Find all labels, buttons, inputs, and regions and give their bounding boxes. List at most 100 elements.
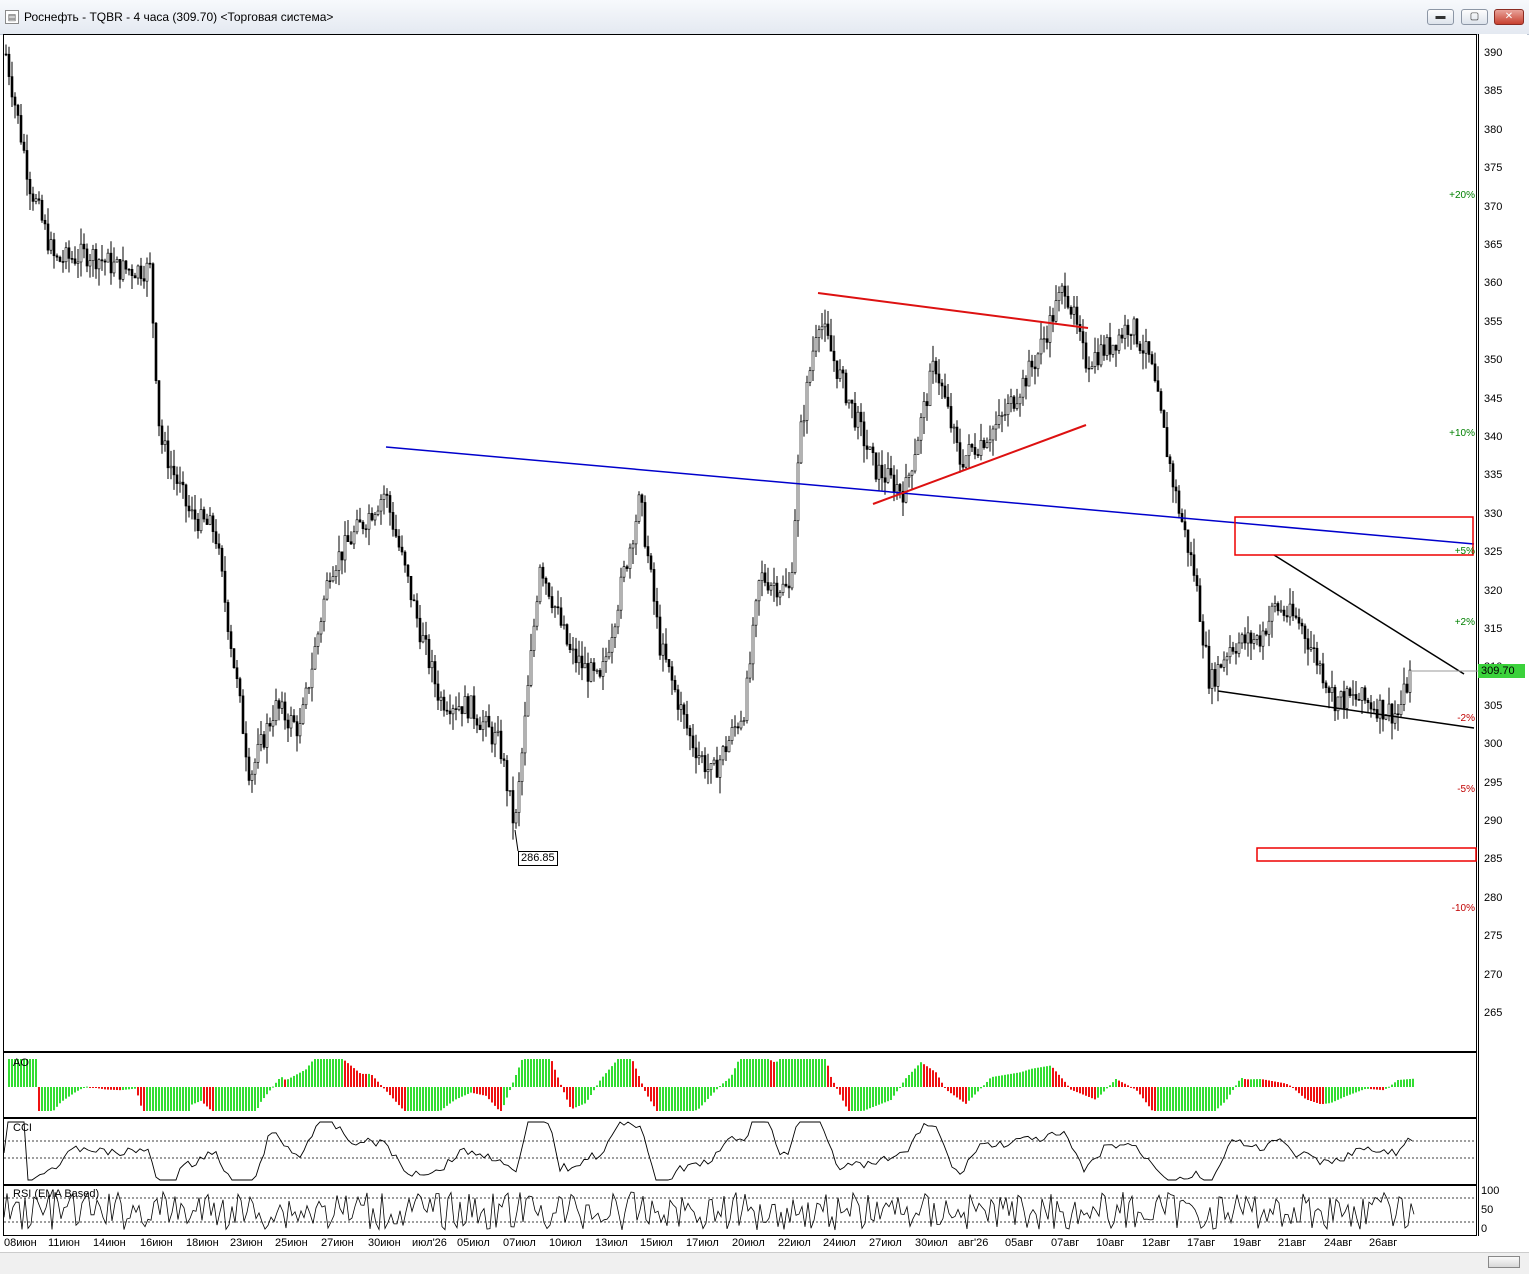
ao-bar xyxy=(1049,1065,1051,1087)
price-tick: 335 xyxy=(1484,469,1503,482)
ao-bar xyxy=(641,1083,643,1087)
ao-bar xyxy=(1031,1068,1033,1087)
candle-body xyxy=(1366,699,1370,703)
candle-body xyxy=(733,726,737,728)
candle-body xyxy=(883,477,887,483)
ao-bar xyxy=(791,1059,793,1087)
ao-bar xyxy=(1355,1087,1357,1093)
ao-bar xyxy=(815,1059,817,1087)
candle-body xyxy=(7,53,11,77)
percent-label: +10% xyxy=(1449,428,1475,439)
candle-body xyxy=(31,193,35,202)
ao-bar xyxy=(806,1059,808,1087)
ao-bar xyxy=(1388,1086,1390,1088)
ao-bar xyxy=(1337,1087,1339,1100)
ao-bar xyxy=(1040,1067,1042,1087)
ao-bar xyxy=(323,1059,325,1087)
candle-body xyxy=(757,580,761,602)
candle-body xyxy=(763,572,767,583)
candle-body xyxy=(772,582,776,586)
candle-body xyxy=(184,484,188,507)
ao-bar xyxy=(269,1087,271,1091)
ao-bar xyxy=(44,1087,46,1111)
candle-body xyxy=(487,715,491,728)
candle-body xyxy=(61,261,65,263)
ao-bar xyxy=(929,1068,931,1087)
scrollbar-thumb[interactable] xyxy=(1488,1256,1520,1268)
candle-body xyxy=(541,566,545,579)
candle-body xyxy=(1036,353,1040,370)
candle-body xyxy=(181,481,185,486)
candle-body xyxy=(1315,647,1319,666)
candle-body xyxy=(835,360,839,379)
candle-body xyxy=(928,370,932,407)
ao-bar xyxy=(491,1087,493,1103)
ao-bar xyxy=(116,1087,118,1091)
candle-body xyxy=(1075,306,1079,325)
ao-bar xyxy=(857,1087,859,1111)
ao-bar xyxy=(1385,1087,1387,1089)
candle-body xyxy=(796,462,800,522)
candle-body xyxy=(706,769,710,773)
horizontal-scrollbar[interactable] xyxy=(0,1252,1529,1274)
candle-body xyxy=(1213,669,1217,687)
ao-bar xyxy=(1145,1087,1147,1103)
candle-body xyxy=(676,689,680,710)
candle-body xyxy=(364,528,368,531)
ao-bar xyxy=(596,1085,598,1087)
candle-body xyxy=(919,417,923,441)
candle-body xyxy=(94,249,98,270)
candle-body xyxy=(1144,341,1148,354)
candle-body xyxy=(652,569,656,602)
ao-bar xyxy=(704,1087,706,1103)
candle-body xyxy=(427,638,431,669)
ao-bar xyxy=(1070,1087,1072,1090)
candle-body xyxy=(1402,683,1406,705)
ao-histogram xyxy=(8,1059,1414,1111)
candle-body xyxy=(1399,704,1403,715)
ao-bar xyxy=(344,1060,346,1087)
candle-body xyxy=(709,763,713,770)
candle-body xyxy=(118,259,122,280)
cci-series xyxy=(3,1121,1413,1181)
candle-body xyxy=(640,494,644,503)
candle-body xyxy=(241,695,245,734)
ao-bar xyxy=(1235,1085,1237,1087)
ao-bar xyxy=(230,1087,232,1111)
ao-bar xyxy=(440,1087,442,1111)
ao-bar xyxy=(995,1076,997,1087)
candle-body xyxy=(85,248,89,267)
ao-bar xyxy=(800,1059,802,1087)
candle-body xyxy=(1267,620,1271,635)
ao-bar xyxy=(623,1059,625,1087)
ao-bar xyxy=(326,1059,328,1087)
candle-body xyxy=(1039,338,1043,355)
ao-bar xyxy=(650,1087,652,1102)
candle-body xyxy=(559,607,563,626)
candle-body xyxy=(1153,363,1157,381)
ao-bar xyxy=(1247,1079,1249,1087)
ao-bar xyxy=(203,1087,205,1104)
ao-bar xyxy=(1271,1080,1273,1087)
ao-bar xyxy=(758,1059,760,1087)
candle-body xyxy=(169,465,173,469)
ao-bar xyxy=(1085,1087,1087,1096)
candle-body xyxy=(457,706,461,710)
ao-bar xyxy=(1349,1087,1351,1095)
ao-bar xyxy=(833,1082,835,1087)
candle-body xyxy=(1183,521,1187,531)
ao-bar xyxy=(275,1082,277,1087)
candle-body xyxy=(1318,663,1322,666)
date-tick: 25июн xyxy=(275,1237,308,1249)
candle-body xyxy=(1321,663,1325,684)
ao-bar xyxy=(128,1087,130,1090)
ao-bar xyxy=(467,1087,469,1094)
candle-body xyxy=(301,704,305,724)
candle-body xyxy=(787,585,791,589)
candle-body xyxy=(1300,622,1304,627)
ao-bar xyxy=(941,1082,943,1087)
ao-bar xyxy=(503,1087,505,1106)
price-tick: 330 xyxy=(1484,507,1503,520)
candle-body xyxy=(982,440,986,448)
ao-bar xyxy=(416,1087,418,1111)
